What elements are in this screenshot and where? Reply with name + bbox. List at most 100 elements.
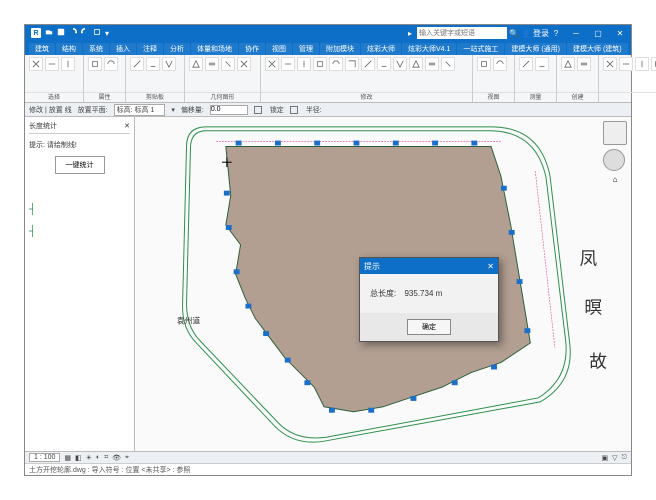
ribbon-tab[interactable]: 一站式施工 — [457, 43, 504, 55]
ribbon-button[interactable] — [61, 57, 75, 71]
ribbon-button[interactable] — [313, 57, 327, 71]
plane-dropdown[interactable]: 标高: 标高 1 — [114, 104, 166, 116]
ribbon-tab[interactable]: 插入 — [110, 43, 136, 55]
ribbon-button[interactable] — [329, 57, 343, 71]
left-panel-close-icon[interactable]: ✕ — [124, 122, 130, 130]
chain-checkbox[interactable] — [254, 106, 262, 114]
dialog-close-icon[interactable]: ✕ — [487, 262, 494, 271]
qat-redo-icon[interactable] — [81, 28, 89, 38]
ribbon-button[interactable] — [237, 57, 251, 71]
ribbon-button[interactable] — [635, 57, 649, 71]
ribbon-button[interactable] — [425, 57, 439, 71]
ribbon-button[interactable] — [441, 57, 455, 71]
ribbon-panel-label: 创建 — [557, 92, 598, 102]
sun-path-icon[interactable]: ☀ — [86, 454, 92, 462]
dialog-ok-button[interactable]: 确定 — [407, 319, 451, 335]
ribbon-tab[interactable]: 建模大师 (通用) — [505, 43, 566, 55]
ribbon-tab[interactable]: 分析 — [164, 43, 190, 55]
detail-level-icon[interactable]: ▦ — [64, 454, 71, 462]
ribbon-button[interactable] — [361, 57, 375, 71]
ribbon-button[interactable] — [265, 57, 279, 71]
drawing-canvas[interactable]: 凤 暝 故 袁州道 ⌂ 提示 ✕ — [135, 117, 631, 451]
ribbon-button[interactable] — [88, 57, 102, 71]
ribbon-button[interactable] — [577, 57, 591, 71]
ribbon-button[interactable] — [297, 57, 311, 71]
ribbon-button[interactable] — [130, 57, 144, 71]
qat-print-icon[interactable] — [93, 28, 101, 38]
ribbon-button[interactable] — [189, 57, 203, 71]
ribbon-button[interactable] — [162, 57, 176, 71]
ribbon-button[interactable] — [345, 57, 359, 71]
ribbon-tab[interactable]: 系统 — [83, 43, 109, 55]
status-bar: 土方开挖轮廓.dwg : 导入符号 : 位置 <未共享> : 参照 — [25, 463, 631, 475]
ribbon-tab[interactable]: 管理 — [293, 43, 319, 55]
ribbon-button[interactable] — [377, 57, 391, 71]
visual-style-icon[interactable]: ◧ — [75, 454, 82, 462]
shadows-icon[interactable]: ◐ — [96, 454, 100, 461]
help-icon[interactable]: ? — [551, 28, 561, 38]
plane-dropdown-icon[interactable]: ▾ — [171, 106, 175, 114]
search-container: ▸ 🔍 👤 登录 ? — [405, 27, 561, 39]
ribbon-button[interactable] — [477, 57, 491, 71]
qat-save-icon[interactable] — [57, 28, 65, 38]
ribbon-panel-label: 视图 — [473, 92, 514, 102]
dialog-field-value: 935.734 m — [404, 289, 442, 298]
ribbon-tab[interactable]: 炫彩大师 — [361, 43, 401, 55]
ribbon-tab[interactable]: 视图 — [266, 43, 292, 55]
ribbon-button[interactable] — [221, 57, 235, 71]
ribbon-button[interactable] — [651, 57, 656, 71]
qat-open-icon[interactable] — [45, 28, 53, 38]
radius-checkbox[interactable] — [290, 106, 298, 114]
radius-label: 半径: — [306, 105, 322, 115]
ribbon-tab[interactable]: 附加模块 — [320, 43, 360, 55]
search-icon[interactable]: 🔍 — [509, 28, 519, 38]
left-panel-title: 长度统计 — [29, 121, 57, 131]
hide-isolate-icon[interactable]: 👁 — [112, 454, 121, 462]
login-link[interactable]: 登录 — [533, 28, 549, 39]
ribbon-tab[interactable]: 结构 — [56, 43, 82, 55]
scale-selector[interactable]: 1 : 100 — [29, 453, 60, 462]
ribbon-button[interactable] — [409, 57, 423, 71]
filter-icon[interactable]: ▽ — [612, 454, 617, 462]
ribbon-button[interactable] — [205, 57, 219, 71]
ribbon-tabs: 建筑结构系统插入注释分析体量和场地协作视图管理附加模块炫彩大师炫彩大师V4.1一… — [25, 41, 631, 55]
search-dropdown-icon[interactable]: ▸ — [405, 28, 415, 38]
nav-home-icon[interactable]: ⌂ — [603, 175, 627, 184]
steering-wheel[interactable] — [603, 149, 625, 171]
link-icon[interactable]: ⎋ — [621, 454, 627, 462]
user-icon[interactable]: 👤 — [521, 28, 531, 38]
ribbon-tab[interactable]: 协作 — [239, 43, 265, 55]
ribbon-tab[interactable]: 体量和场地 — [191, 43, 238, 55]
one-click-stats-button[interactable]: 一键统计 — [55, 156, 105, 174]
qat-dropdown-icon[interactable]: ▾ — [105, 29, 109, 38]
crop-icon[interactable]: ⌗ — [104, 454, 108, 462]
window-controls: ─ ▢ ✕ — [565, 25, 631, 41]
view-cube[interactable] — [603, 121, 627, 145]
ribbon-button[interactable] — [561, 57, 575, 71]
ribbon-button[interactable] — [393, 57, 407, 71]
ribbon-tab[interactable]: 注释 — [137, 43, 163, 55]
search-input[interactable] — [417, 27, 507, 39]
offset-input[interactable] — [210, 105, 248, 115]
ribbon-button[interactable] — [104, 57, 118, 71]
ribbon-button[interactable] — [146, 57, 160, 71]
ribbon-button[interactable] — [535, 57, 549, 71]
ribbon-tab[interactable]: 炫彩大师V4.1 — [402, 43, 456, 55]
chain-label: 锁定 — [270, 105, 284, 115]
ribbon-button[interactable] — [603, 57, 617, 71]
ribbon-button[interactable] — [519, 57, 533, 71]
selection-toggle-icon[interactable]: ▣ — [601, 454, 608, 462]
minimize-button[interactable]: ─ — [565, 25, 587, 41]
maximize-button[interactable]: ▢ — [587, 25, 609, 41]
content-area: 长度统计 ✕ 提示: 请绘制线! 一键统计 ┤┤ — [25, 117, 631, 451]
ribbon-tab[interactable]: 建模大师 (建筑) — [567, 43, 628, 55]
ribbon-button[interactable] — [281, 57, 295, 71]
ribbon-button[interactable] — [619, 57, 633, 71]
close-button[interactable]: ✕ — [609, 25, 631, 41]
qat-undo-icon[interactable] — [69, 28, 77, 38]
ribbon-button[interactable] — [29, 57, 43, 71]
reveal-hidden-icon[interactable]: ⌖ — [125, 454, 129, 462]
ribbon-tab[interactable]: 建筑 — [29, 43, 55, 55]
ribbon-button[interactable] — [493, 57, 507, 71]
ribbon-button[interactable] — [45, 57, 59, 71]
